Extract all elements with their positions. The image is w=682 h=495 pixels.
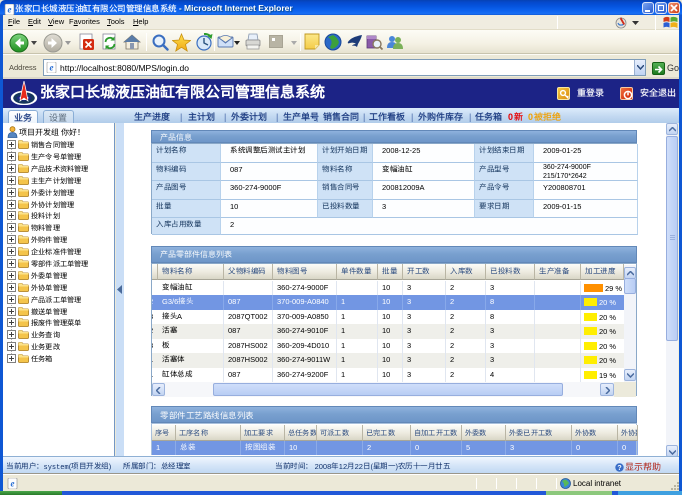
svg-text:e: e — [11, 479, 15, 489]
svg-text:?: ? — [617, 465, 621, 472]
